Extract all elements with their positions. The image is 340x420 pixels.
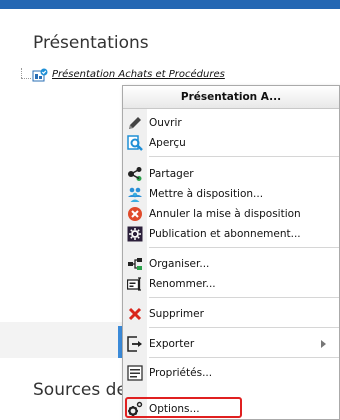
menu-separator [149, 297, 339, 298]
menu-item-preview[interactable]: Aperçu [123, 133, 339, 153]
menu-item-cancel-availability[interactable]: Annuler la mise à disposition [123, 204, 339, 224]
menu-separator [149, 327, 339, 328]
submenu-arrow-icon [321, 340, 326, 348]
options-highlight-annotation [125, 397, 242, 418]
menu-item-open[interactable]: Ouvrir [123, 113, 339, 133]
top-accent-bar [0, 0, 340, 9]
rename-icon [127, 277, 141, 291]
menu-item-label: Ouvrir [149, 117, 182, 129]
menu-item-label: Renommer... [149, 278, 216, 290]
organize-icon [128, 258, 142, 270]
sources-section-title: Sources de [33, 380, 127, 400]
menu-item-delete[interactable]: Supprimer [123, 304, 339, 324]
menu-item-label: Publication et abonnement... [149, 228, 301, 240]
context-menu-header: Présentation A... [123, 86, 339, 109]
menu-item-properties[interactable]: Propriétés... [123, 363, 339, 383]
preview-icon [127, 135, 143, 151]
tree-item-presentation[interactable]: Présentation Achats et Procédures [52, 69, 225, 80]
menu-item-publish-subscribe[interactable]: Publication et abonnement... [123, 224, 339, 244]
tree-connector [21, 68, 23, 78]
menu-item-label: Partager [149, 168, 194, 180]
menu-separator [149, 357, 339, 358]
menu-item-export[interactable]: Exporter [123, 334, 339, 354]
export-icon [127, 336, 142, 352]
presentations-section-title: Présentations [33, 33, 149, 53]
tree-connector-horizontal [21, 78, 31, 80]
background-panel [0, 322, 130, 358]
pencil-icon [129, 117, 141, 129]
menu-item-label: Annuler la mise à disposition [149, 208, 301, 220]
menu-item-rename[interactable]: Renommer... [123, 274, 339, 294]
context-menu: Présentation A... Ouvrir Aperçu Partager [122, 85, 340, 420]
menu-item-label: Aperçu [149, 137, 186, 149]
menu-item-label: Organiser... [149, 258, 210, 270]
menu-item-label: Propriétés... [149, 367, 213, 379]
menu-item-share[interactable]: Partager [123, 164, 339, 184]
menu-separator [149, 156, 339, 157]
menu-item-make-available[interactable]: Mettre à disposition... [123, 184, 339, 204]
cancel-icon [128, 207, 142, 221]
menu-item-label: Exporter [149, 338, 195, 350]
users-icon [128, 187, 142, 202]
publish-icon [127, 226, 143, 242]
properties-icon [127, 365, 143, 381]
share-icon [128, 167, 142, 181]
menu-item-organize[interactable]: Organiser... [123, 254, 339, 274]
menu-separator [149, 247, 339, 248]
menu-item-label: Mettre à disposition... [149, 188, 264, 200]
menu-item-label: Supprimer [149, 308, 204, 320]
delete-icon [128, 307, 142, 321]
presentation-share-icon[interactable] [32, 68, 48, 82]
